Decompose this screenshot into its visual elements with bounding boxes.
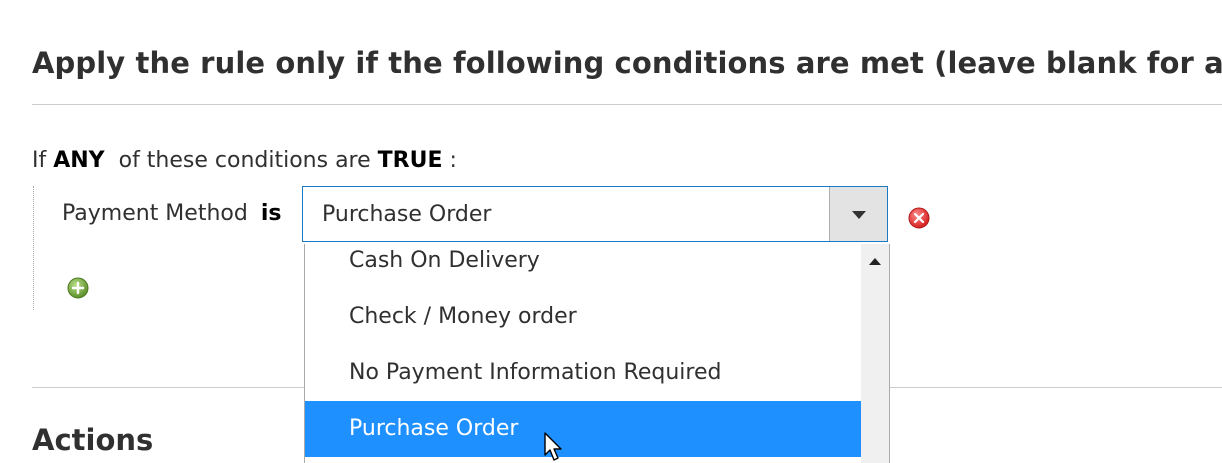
aggregator-link[interactable]: ANY [53, 148, 104, 173]
condition-tree-line [33, 186, 34, 310]
mouse-cursor-icon [544, 432, 562, 461]
dropdown-options: Cash On Delivery Check / Money order No … [305, 244, 861, 463]
page: Apply the rule only if the following con… [0, 0, 1222, 463]
scroll-up-arrow-icon[interactable] [869, 258, 881, 265]
dropdown-option[interactable]: Cash On Delivery [305, 244, 861, 289]
conditions-prefix: If [32, 148, 47, 173]
condition-attribute: Payment Method [62, 201, 248, 226]
dropdown-option[interactable]: No Payment Information Required [305, 345, 861, 401]
condition-row: Payment Method is [62, 201, 281, 226]
payment-method-select[interactable]: Purchase Order [302, 186, 888, 242]
dropdown-option[interactable]: Check / Money order [305, 289, 861, 345]
payment-method-dropdown[interactable]: Cash On Delivery Check / Money order No … [304, 244, 890, 463]
conditions-suffix: : [449, 148, 457, 173]
select-value: Purchase Order [322, 202, 492, 227]
condition-operator-link[interactable]: is [261, 201, 282, 226]
chevron-down-icon [852, 211, 866, 219]
select-toggle[interactable] [829, 187, 887, 241]
actions-section-title: Actions [32, 423, 154, 457]
add-circle-icon[interactable] [67, 277, 89, 299]
conditions-section-title: Apply the rule only if the following con… [32, 46, 1222, 80]
value-link[interactable]: TRUE [378, 148, 443, 173]
dropdown-option-selected[interactable]: Purchase Order [305, 401, 861, 457]
dropdown-scrollbar[interactable] [861, 244, 889, 463]
conditions-header: If ANY of these conditions are TRUE : [32, 148, 457, 173]
conditions-middle: of these conditions are [118, 148, 371, 173]
divider [32, 104, 1222, 105]
remove-circle-icon[interactable] [908, 207, 930, 229]
